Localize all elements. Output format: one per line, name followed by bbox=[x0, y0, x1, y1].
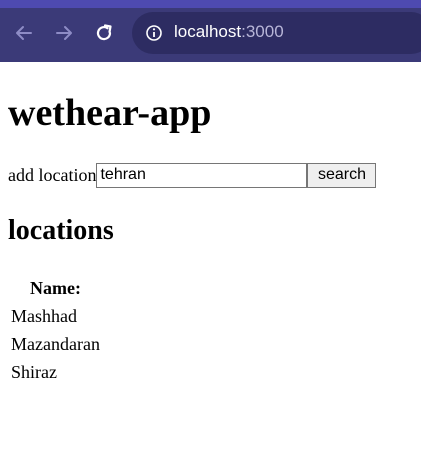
browser-toolbar: localhost:3000 bbox=[0, 0, 421, 62]
address-bar[interactable]: localhost:3000 bbox=[132, 12, 421, 54]
table-header-row: Name: bbox=[10, 275, 101, 301]
search-button[interactable]: search bbox=[307, 162, 377, 188]
table-row: Mashhad bbox=[10, 303, 101, 329]
url-text[interactable]: localhost:3000 bbox=[174, 22, 284, 42]
forward-button[interactable] bbox=[53, 22, 75, 44]
table-row: Mazandaran bbox=[10, 331, 101, 357]
add-location-label: add location bbox=[8, 165, 97, 185]
location-input[interactable] bbox=[96, 162, 308, 188]
location-name: Mashhad bbox=[11, 306, 77, 326]
table-row: Shiraz bbox=[10, 359, 101, 385]
url-port: :3000 bbox=[241, 22, 284, 41]
locations-table: Name: Mashhad Mazandaran Shiraz bbox=[8, 273, 103, 387]
reload-button[interactable] bbox=[93, 22, 115, 44]
arrow-right-icon bbox=[56, 26, 72, 40]
page-title: wethear-app bbox=[8, 92, 212, 134]
column-header-name: Name: bbox=[29, 278, 81, 298]
locations-heading: locations bbox=[8, 215, 114, 246]
url-host: localhost bbox=[174, 22, 242, 41]
location-name: Shiraz bbox=[11, 362, 57, 382]
location-name: Mazandaran bbox=[11, 334, 100, 354]
reload-icon bbox=[96, 24, 112, 41]
add-location-form: add location search bbox=[8, 162, 377, 188]
page-content: wethear-app add location search location… bbox=[0, 62, 421, 469]
info-icon[interactable] bbox=[145, 24, 163, 42]
back-button[interactable] bbox=[13, 22, 35, 44]
arrow-left-icon bbox=[16, 26, 32, 40]
